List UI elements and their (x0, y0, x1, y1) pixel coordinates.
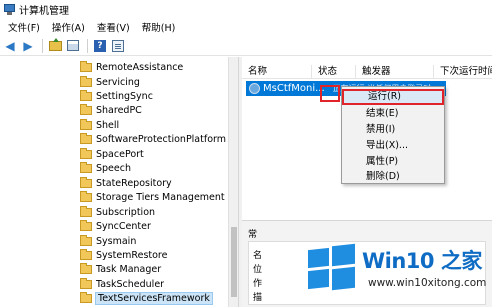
toolbar-separator (87, 38, 88, 53)
detail-label: 位 (253, 265, 263, 275)
title-bar: 计算机管理 (0, 0, 492, 18)
folder-icon (80, 248, 92, 260)
detail-label: 描 (253, 293, 263, 303)
tree-item[interactable]: TaskScheduler (80, 277, 164, 291)
tree-item-selected[interactable]: TextServicesFramework (80, 291, 213, 305)
task-name: MsCtfMoni... (263, 83, 325, 94)
list-header: 名称 状态 触发器 下次运行时间 (242, 65, 492, 79)
watermark-brand: Win10 之家 (362, 249, 482, 273)
detail-label: 名 (253, 251, 263, 261)
computer-management-icon (4, 3, 15, 15)
folder-icon (80, 103, 92, 115)
back-arrow-icon[interactable]: ◀ (2, 38, 18, 54)
forward-arrow-icon[interactable]: ▶ (20, 38, 36, 54)
tree-item[interactable]: Sysmain (80, 234, 136, 248)
tree-item[interactable]: Subscription (80, 205, 155, 219)
menu-file[interactable]: 文件(F) (2, 20, 46, 34)
folder-icon (80, 118, 92, 130)
folder-icon (80, 205, 92, 217)
menu-bar: 文件(F) 操作(A) 查看(V) 帮助(H) (0, 18, 492, 36)
tree-item[interactable]: SystemRestore (80, 248, 167, 262)
folder-icon (80, 161, 92, 173)
folder-icon (80, 132, 92, 144)
column-next-run[interactable]: 下次运行时间 (434, 65, 492, 79)
menu-view[interactable]: 查看(V) (91, 20, 136, 34)
menu-item-end[interactable]: 结束(E) (342, 106, 444, 122)
folder-icon (80, 190, 92, 202)
folder-icon (80, 89, 92, 101)
windows-logo-icon (308, 243, 356, 291)
column-triggers[interactable]: 触发器 (356, 65, 434, 79)
folder-icon (80, 60, 92, 72)
folder-icon (80, 176, 92, 188)
tree-item[interactable]: Servicing (80, 75, 140, 89)
menu-help[interactable]: 帮助(H) (136, 20, 182, 34)
folder-icon (80, 234, 92, 246)
toolbar-separator (42, 38, 43, 53)
folder-icon (80, 219, 92, 231)
tree-item[interactable]: SyncCenter (80, 219, 151, 233)
menu-item-export[interactable]: 导出(X)... (342, 138, 444, 154)
show-hide-tree-button[interactable] (65, 38, 81, 54)
watermark: Win10 之家 www.win10xitong.com (302, 235, 492, 307)
console-tree-icon (67, 40, 79, 51)
tree-item[interactable]: SettingSync (80, 89, 153, 103)
tree-item[interactable]: RemoteAssistance (80, 60, 183, 74)
properties-icon (112, 39, 124, 52)
folder-icon (80, 291, 92, 303)
menu-item-disable[interactable]: 禁用(I) (342, 122, 444, 138)
menu-action[interactable]: 操作(A) (46, 20, 91, 34)
toolbar: ◀ ▶ ? (0, 36, 492, 56)
tree-item[interactable]: Speech (80, 161, 131, 175)
window-title: 计算机管理 (19, 5, 69, 17)
scrollbar-thumb[interactable] (231, 227, 237, 297)
folder-icon (80, 277, 92, 289)
help-icon: ? (94, 39, 106, 52)
tree-item[interactable]: StateRepository (80, 176, 172, 190)
help-button[interactable]: ? (92, 38, 108, 54)
menu-item-delete[interactable]: 删除(D) (342, 169, 444, 185)
menu-item-properties[interactable]: 属性(P) (342, 154, 444, 170)
context-menu: 运行(R) 结束(E) 禁用(I) 导出(X)... 属性(P) 删除(D) (341, 86, 445, 184)
detail-label: 作 (253, 279, 263, 289)
folder-up-icon (48, 37, 62, 51)
menu-item-run[interactable]: 运行(R) (342, 89, 444, 105)
tree-item[interactable]: SoftwareProtectionPlatform (80, 132, 226, 146)
tree-item[interactable]: SpacePort (80, 147, 144, 161)
details-tab[interactable]: 常 (248, 227, 257, 240)
tree-scrollbar[interactable] (228, 57, 238, 307)
task-scheduler-tree: RemoteAssistance Servicing SettingSync S… (0, 57, 238, 307)
up-level-button[interactable] (47, 37, 63, 54)
folder-icon (80, 147, 92, 159)
tree-item[interactable]: Task Manager (80, 262, 161, 276)
tree-item[interactable]: Shell (80, 118, 119, 132)
properties-button[interactable] (110, 38, 126, 54)
column-status[interactable]: 状态 (312, 65, 356, 79)
watermark-url: www.win10xitong.com (368, 277, 487, 289)
tree-item[interactable]: SharedPC (80, 103, 142, 117)
folder-icon (80, 75, 92, 87)
highlight-box (320, 85, 340, 102)
folder-icon (80, 262, 92, 274)
task-icon (249, 83, 260, 94)
column-name[interactable]: 名称 (242, 65, 312, 79)
tree-item[interactable]: Storage Tiers Management (80, 190, 225, 204)
